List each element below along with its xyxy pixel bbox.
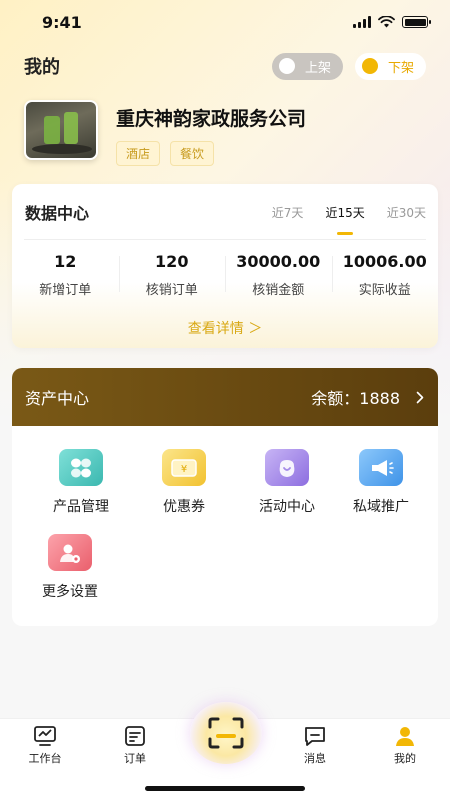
- svg-text:¥: ¥: [181, 464, 187, 475]
- stat-label: 实际收益: [358, 283, 411, 298]
- list-off-shelf-toggle[interactable]: 下架: [354, 52, 426, 80]
- scan-icon: [208, 717, 244, 749]
- cellular-signal-icon: [353, 16, 371, 28]
- stat-value: 30000.00: [236, 252, 321, 271]
- coupon-ticket-icon: ¥: [162, 449, 206, 486]
- balance-value: 1888: [359, 389, 400, 408]
- status-time: 9:41: [42, 12, 82, 32]
- stat-value: 10006.00: [342, 252, 427, 271]
- tab-workbench[interactable]: 工作台: [15, 725, 75, 766]
- wifi-icon: [378, 16, 395, 28]
- list-on-shelf-toggle[interactable]: 上架: [271, 52, 343, 80]
- stat-new-orders[interactable]: 12 新增订单: [12, 252, 119, 298]
- company-profile[interactable]: 重庆神韵家政服务公司 酒店 餐饮: [24, 100, 306, 166]
- stat-label: 核销金额: [252, 283, 305, 298]
- stat-actual-income[interactable]: 10006.00 实际收益: [331, 252, 439, 298]
- view-details-link[interactable]: 查看详情 ＞: [12, 318, 438, 338]
- stats-row: 12 新增订单 120 核销订单 30000.00 核销金额 10006.00 …: [12, 240, 438, 298]
- tool-private-promotion[interactable]: 私域推广: [331, 449, 431, 516]
- tab-mine[interactable]: 我的: [375, 725, 435, 766]
- tool-more-settings[interactable]: 更多设置: [20, 534, 120, 601]
- tool-label: 优惠券: [163, 499, 205, 515]
- tab-label: 消息: [304, 752, 326, 765]
- stat-label: 核销订单: [145, 283, 198, 298]
- battery-icon: [402, 16, 431, 28]
- profile-person-icon: [396, 727, 414, 746]
- balance-label: 余额：: [311, 389, 360, 408]
- stat-label: 新增订单: [39, 283, 92, 298]
- tool-product-management[interactable]: 产品管理: [31, 449, 131, 516]
- company-avatar[interactable]: [24, 100, 98, 160]
- chevron-right-icon: [416, 391, 424, 403]
- stat-redeemed-amount[interactable]: 30000.00 核销金额: [225, 252, 332, 298]
- tools-grid: 产品管理 ¥ 优惠券 活动中心 私域推广 更多设置: [12, 426, 438, 626]
- data-center-title: 数据中心: [25, 204, 90, 223]
- range-tab-30d[interactable]: 近30天: [387, 204, 426, 221]
- range-tabs: 近7天 近15天 近30天: [272, 204, 426, 235]
- order-list-icon: [125, 726, 145, 746]
- data-center-card: 数据中心 近7天 近15天 近30天 12 新增订单 120 核销订单 3000…: [12, 184, 438, 348]
- scan-button[interactable]: [190, 702, 262, 764]
- toggle-knob-icon: [361, 58, 378, 74]
- stat-value: 120: [155, 252, 189, 271]
- company-tag: 酒店: [116, 141, 161, 166]
- tab-messages[interactable]: 消息: [285, 725, 345, 766]
- tab-label: 工作台: [28, 752, 62, 765]
- tool-label: 活动中心: [259, 499, 315, 515]
- product-grid-icon: [59, 449, 103, 486]
- user-settings-icon: [48, 534, 92, 571]
- page-title: 我的: [24, 57, 60, 78]
- status-bar: 9:41: [0, 0, 450, 44]
- tab-orders[interactable]: 订单: [105, 725, 165, 766]
- message-bubble-icon: [305, 727, 325, 746]
- tool-activity-center[interactable]: 活动中心: [237, 449, 337, 516]
- tool-label: 产品管理: [53, 499, 109, 515]
- company-tags: 酒店 餐饮: [116, 141, 306, 166]
- toggle-on-label: 下架: [387, 60, 414, 76]
- listing-toggles: 上架 下架: [271, 52, 426, 80]
- company-name: 重庆神韵家政服务公司: [116, 108, 307, 130]
- range-tab-7d[interactable]: 近7天: [272, 204, 304, 221]
- page-header: 我的 上架 下架: [0, 48, 450, 84]
- balance-text: 余额：1888: [311, 385, 400, 409]
- tool-label: 更多设置: [42, 584, 98, 600]
- workbench-chart-icon: [34, 726, 56, 746]
- megaphone-icon: [359, 449, 403, 486]
- activity-bag-icon: [265, 449, 309, 486]
- tab-label: 订单: [124, 752, 146, 765]
- toggle-off-label: 上架: [304, 60, 331, 76]
- stat-value: 12: [54, 252, 77, 271]
- asset-center-title: 资产中心: [25, 389, 90, 408]
- toggle-knob-icon: [278, 58, 295, 74]
- stat-redeemed-orders[interactable]: 120 核销订单: [118, 252, 226, 298]
- tab-label: 我的: [394, 752, 416, 765]
- home-indicator: [145, 786, 305, 791]
- tool-coupon[interactable]: ¥ 优惠券: [134, 449, 234, 516]
- range-tab-15d[interactable]: 近15天: [325, 204, 365, 235]
- company-tag: 餐饮: [170, 141, 215, 166]
- tool-label: 私域推广: [353, 499, 409, 515]
- status-icons: [353, 16, 431, 28]
- asset-center-bar[interactable]: 资产中心 余额：1888: [12, 368, 438, 426]
